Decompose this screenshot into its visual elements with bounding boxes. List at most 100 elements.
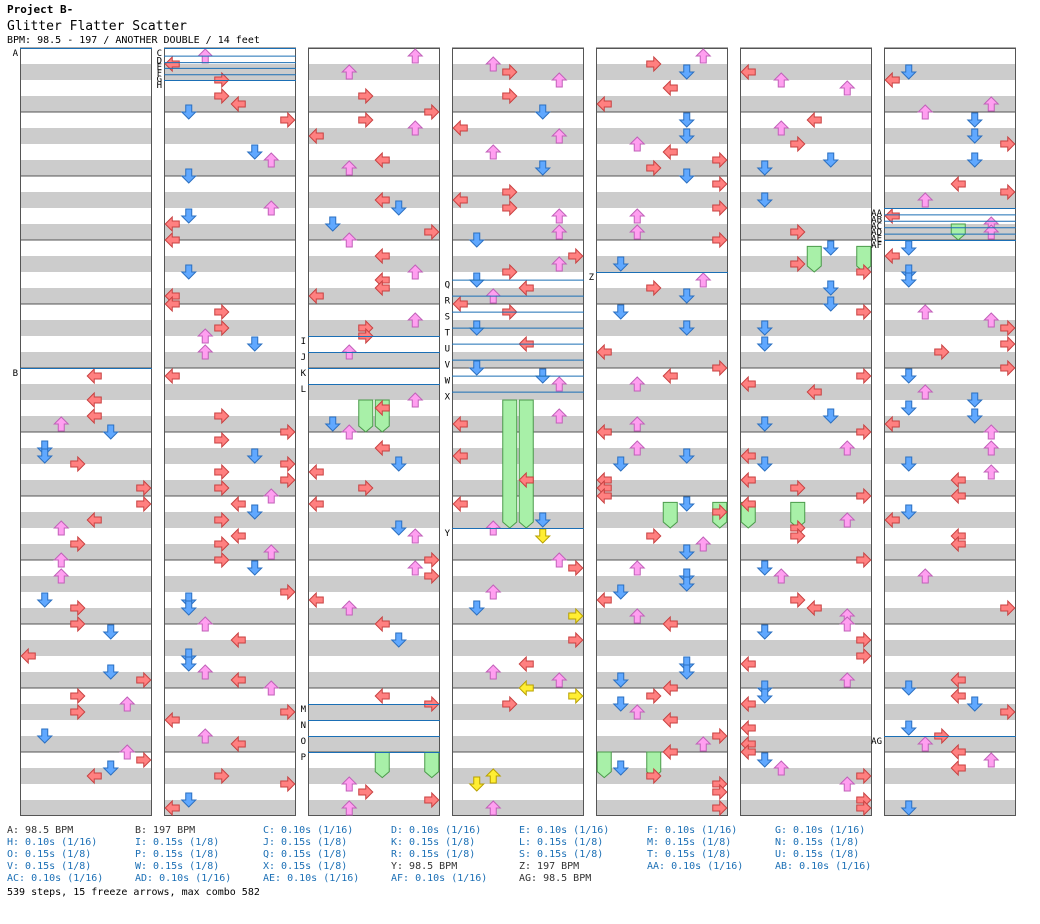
down-arrow	[900, 720, 917, 736]
beat-stripe	[596, 544, 728, 560]
beat-stripe	[740, 96, 872, 112]
right-arrow	[358, 783, 374, 801]
up-arrow	[629, 208, 646, 224]
beat-stripe	[596, 320, 728, 336]
left-arrow	[806, 111, 822, 129]
beat-stripe	[20, 288, 152, 304]
beat-stripe	[164, 416, 296, 432]
beat-stripe	[308, 608, 440, 624]
marker-label: L	[301, 385, 306, 395]
chart-column	[20, 47, 152, 816]
legend-entry: AD: 0.10s (1/16)	[135, 873, 232, 884]
beat-stripe	[308, 640, 440, 656]
down-arrow	[246, 560, 263, 576]
beat-stripe	[452, 800, 584, 816]
legend-entry: H: 0.10s (1/16)	[7, 837, 98, 848]
beat-stripe	[740, 800, 872, 816]
legend-entry: Q: 0.15s (1/8)	[263, 849, 348, 860]
beat-stripe	[308, 768, 440, 784]
beat-stripe	[164, 160, 296, 176]
beat-stripe	[20, 192, 152, 208]
beat-stripe	[884, 448, 1016, 464]
beat-stripe	[20, 480, 152, 496]
beat-stripe	[452, 416, 584, 432]
marker-label: W	[445, 377, 451, 387]
legend-entry: P: 0.15s (1/8)	[135, 849, 220, 860]
beat-stripe	[884, 384, 1016, 400]
legend-entry: K: 0.15s (1/8)	[391, 837, 476, 848]
legend-entry: F: 0.10s (1/16)	[647, 825, 738, 836]
beat-stripe	[164, 736, 296, 752]
beat-stripe	[740, 256, 872, 272]
beat-stripe	[20, 320, 152, 336]
legend-entry: M: 0.15s (1/8)	[647, 837, 732, 848]
left-arrow	[86, 367, 102, 385]
freeze-arrow	[424, 751, 440, 779]
down-arrow	[900, 400, 917, 416]
beat-stripe	[740, 736, 872, 752]
up-arrow	[695, 272, 712, 288]
freeze-arrow	[662, 501, 678, 529]
beat-stripe	[884, 160, 1016, 176]
beat-stripe	[740, 576, 872, 592]
down-arrow	[534, 528, 551, 544]
beat-stripe	[452, 160, 584, 176]
beat-stripe	[20, 704, 152, 720]
beat-stripe	[20, 256, 152, 272]
up-arrow	[629, 560, 646, 576]
beat-stripe	[164, 64, 296, 80]
down-arrow	[756, 560, 773, 576]
beat-stripe	[884, 768, 1016, 784]
marker-label: K	[301, 369, 307, 379]
legend-entry: G: 0.10s (1/16)	[775, 825, 866, 836]
beat-stripe	[164, 96, 296, 112]
beat-stripe	[596, 512, 728, 528]
beat-stripe	[308, 320, 440, 336]
chart-column	[308, 47, 440, 816]
left-arrow	[596, 591, 612, 609]
down-arrow	[756, 624, 773, 640]
beat-stripe	[308, 800, 440, 816]
left-arrow	[230, 495, 246, 513]
chart-column	[596, 47, 728, 816]
left-arrow	[452, 495, 468, 513]
marker-label: Y	[445, 529, 451, 539]
down-arrow	[900, 240, 917, 256]
beat-stripe	[740, 384, 872, 400]
beat-stripe	[884, 128, 1016, 144]
right-arrow	[712, 175, 728, 193]
up-arrow	[407, 560, 424, 576]
down-arrow	[246, 144, 263, 160]
beat-stripe	[308, 544, 440, 560]
beat-stripe	[596, 160, 728, 176]
beat-stripe	[740, 480, 872, 496]
down-arrow	[822, 240, 839, 256]
down-arrow	[900, 368, 917, 384]
right-arrow	[568, 559, 584, 577]
beat-stripe	[740, 64, 872, 80]
beat-stripe	[596, 192, 728, 208]
legend-entry: Y: 98.5 BPM	[391, 861, 458, 872]
up-arrow	[407, 48, 424, 64]
down-arrow	[756, 752, 773, 768]
beat-stripe	[884, 576, 1016, 592]
beat-stripe	[308, 288, 440, 304]
beat-stripe	[884, 704, 1016, 720]
legend-entry: L: 0.15s (1/8)	[519, 837, 604, 848]
beat-stripe	[596, 576, 728, 592]
marker-label: S	[445, 313, 450, 323]
left-arrow	[950, 687, 966, 705]
legend-entry: T: 0.15s (1/8)	[647, 849, 732, 860]
beat-stripe	[596, 224, 728, 240]
beat-stripe	[452, 576, 584, 592]
beat-stripe	[884, 256, 1016, 272]
right-arrow	[136, 495, 152, 513]
beat-stripe	[308, 160, 440, 176]
beat-stripe	[308, 64, 440, 80]
down-arrow	[678, 112, 695, 128]
beat-stripe	[20, 384, 152, 400]
beat-stripe	[596, 448, 728, 464]
beat-stripe	[164, 384, 296, 400]
left-arrow	[518, 655, 534, 673]
up-arrow	[983, 752, 1000, 768]
